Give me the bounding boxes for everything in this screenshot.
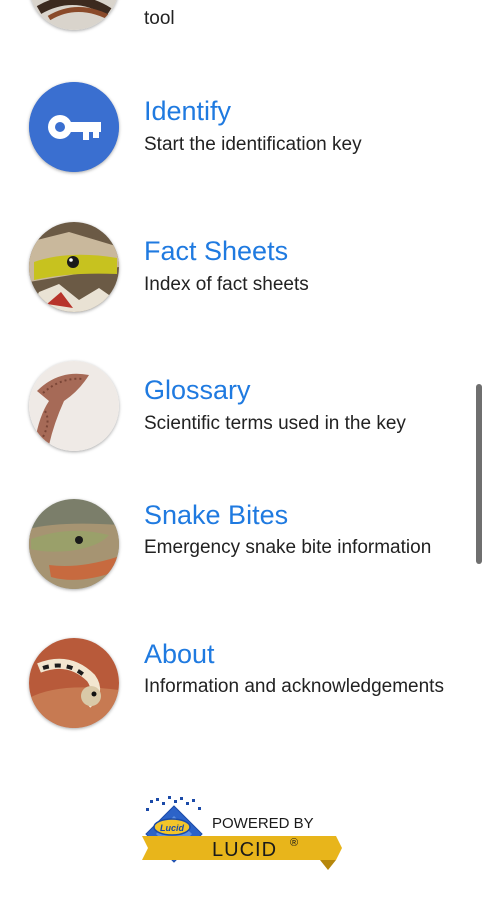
snake-bites-thumbnail [29, 499, 119, 589]
lucid-badge-text: Lucid [160, 823, 185, 833]
partial-subtitle: tool [144, 8, 175, 29]
identify-title: Identify [144, 96, 232, 126]
menu-item-glossary[interactable]: Glossary Scientific terms used in the ke… [0, 359, 470, 451]
about-title: About [144, 639, 215, 669]
snake-bites-subtitle: Emergency snake bite information [144, 537, 432, 558]
partial-thumbnail [29, 0, 119, 30]
identify-subtitle: Start the identification key [144, 134, 362, 155]
powered-by-text: POWERED BY [212, 815, 314, 832]
fact-sheets-title: Fact Sheets [144, 236, 289, 266]
glossary-thumbnail [29, 361, 119, 451]
scrollbar[interactable] [476, 384, 482, 564]
powered-by-lucid-logo[interactable]: Lucid POWERED BY LUCID ® [140, 794, 342, 874]
about-thumbnail [29, 638, 119, 728]
about-subtitle: Information and acknowledgements [144, 676, 444, 697]
menu-item-snake-bites[interactable]: Snake Bites Emergency snake bite informa… [0, 497, 470, 589]
glossary-title: Glossary [144, 375, 251, 405]
fact-sheets-thumbnail [29, 222, 119, 312]
snake-bites-title: Snake Bites [144, 500, 289, 530]
identify-thumbnail [29, 82, 119, 172]
menu-item-partial[interactable]: tool [0, 0, 470, 32]
menu-item-about[interactable]: About Information and acknowledgements [0, 636, 470, 728]
lucid-brand-text: LUCID [212, 839, 277, 861]
registered-mark: ® [290, 837, 298, 849]
key-icon [29, 82, 119, 172]
fact-sheets-subtitle: Index of fact sheets [144, 274, 309, 295]
menu-item-fact-sheets[interactable]: Fact Sheets Index of fact sheets [0, 220, 470, 312]
menu-item-identify[interactable]: Identify Start the identification key [0, 80, 470, 172]
glossary-subtitle: Scientific terms used in the key [144, 413, 406, 434]
